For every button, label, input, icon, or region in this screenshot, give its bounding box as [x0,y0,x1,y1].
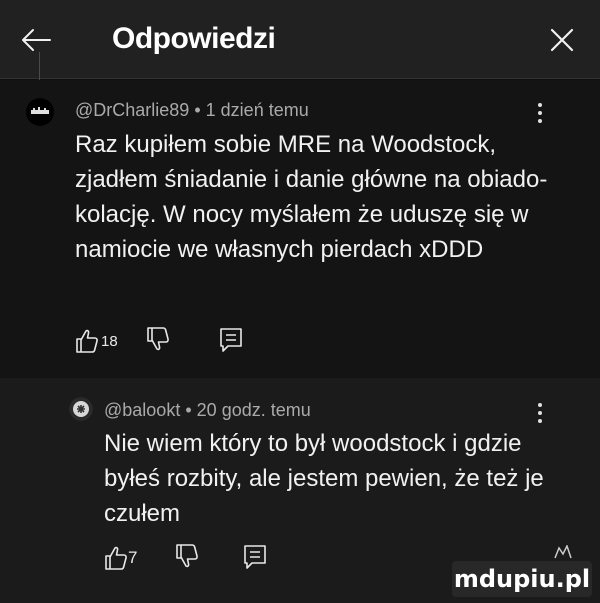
comment-text: Raz kupiłem sobie MRE na Woodstock, zjad… [75,131,548,263]
reply-button[interactable] [242,543,270,573]
meta-separator: • [185,400,192,420]
thumbs-down-icon [176,544,198,568]
page-title: Odpowiedzi [112,22,276,55]
thumbs-up-icon [105,546,127,570]
close-icon [550,28,574,52]
dislike-button[interactable] [175,543,203,573]
comment-author[interactable]: @DrCharlie89 [75,100,189,120]
comment-time: 1 dzień temu [205,100,309,120]
more-vertical-icon [534,103,546,123]
watermark-icon [554,545,572,559]
reply-button[interactable] [218,326,246,356]
avatar[interactable] [69,397,93,421]
close-button[interactable] [548,26,576,54]
avatar-image [26,98,54,126]
back-button[interactable] [18,22,54,58]
comment-meta: @balookt • 20 godz. temu [104,400,311,421]
avatar-image [69,397,93,421]
like-button[interactable]: 18 [75,326,135,356]
more-vertical-icon [534,403,546,423]
reply-icon [244,545,266,569]
arrow-left-icon [22,29,51,51]
like-button[interactable]: 7 [104,543,164,573]
parent-comment: @DrCharlie89 • 1 dzień temu Raz kupiłem … [0,80,600,378]
comment-time: 20 godz. temu [196,400,311,420]
like-count: 7 [128,548,138,567]
like-count: 18 [101,333,118,350]
comment-meta: @DrCharlie89 • 1 dzień temu [75,100,309,121]
comment-author[interactable]: @balookt [104,400,180,420]
thumbs-up-icon [76,329,98,353]
dislike-button[interactable] [146,326,174,356]
meta-separator: • [194,100,201,120]
thumbs-down-icon [147,327,169,351]
watermark: mdupiu.pl [452,561,592,597]
avatar[interactable] [26,98,54,126]
replies-header: Odpowiedzi [0,0,600,79]
reply-icon [220,328,242,352]
more-options-button[interactable] [534,100,546,128]
more-options-button[interactable] [534,400,546,428]
comment-text: Nie wiem który to był woodstock i gdzie … [104,430,544,527]
